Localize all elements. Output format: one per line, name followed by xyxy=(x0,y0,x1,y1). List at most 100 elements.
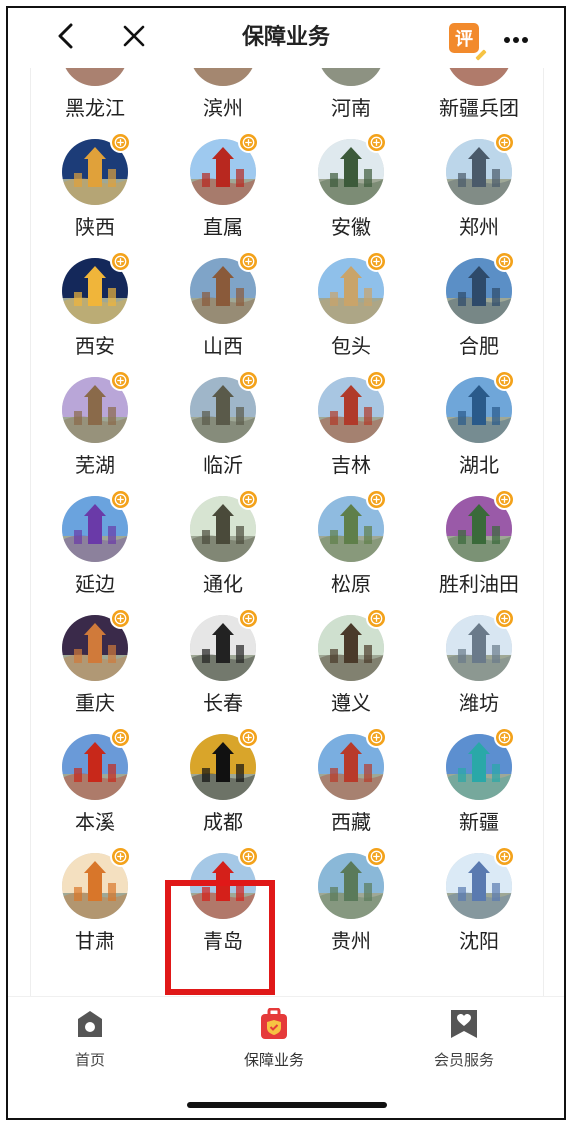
service-item-label: 安徽 xyxy=(331,215,371,239)
service-item-label: 通化 xyxy=(203,572,243,596)
emblem-badge-icon xyxy=(366,370,387,391)
service-item-label: 新疆 xyxy=(459,810,499,834)
service-item[interactable]: 山西 xyxy=(159,246,287,365)
service-item[interactable]: 本溪 xyxy=(31,722,159,841)
emblem-badge-icon xyxy=(366,608,387,629)
tab-bar: 首页 保障业务 会员服务 xyxy=(8,996,564,1087)
home-icon xyxy=(73,1007,107,1041)
service-item-label: 青岛 xyxy=(203,929,243,953)
tab-home[interactable]: 首页 xyxy=(30,1007,150,1077)
tab-member-label: 会员服务 xyxy=(433,1051,494,1069)
service-item[interactable]: 包头 xyxy=(287,246,415,365)
service-item[interactable]: 西藏 xyxy=(287,722,415,841)
service-item[interactable]: 西安 xyxy=(31,246,159,365)
emblem-badge-icon xyxy=(494,132,515,153)
service-item-label: 重庆 xyxy=(75,691,115,715)
pavilion-thumb xyxy=(190,68,256,86)
service-item-label: 山西 xyxy=(203,334,243,358)
service-item[interactable]: 松原 xyxy=(287,484,415,603)
emblem-badge-icon xyxy=(238,608,259,629)
service-item-label: 成都 xyxy=(203,810,243,834)
service-item[interactable]: 陕西 xyxy=(31,127,159,246)
service-item[interactable]: 直属 xyxy=(159,127,287,246)
service-item-label: 临沂 xyxy=(203,453,243,477)
service-item-label: 本溪 xyxy=(75,810,115,834)
service-item-label: 胜利油田 xyxy=(439,572,519,596)
service-item[interactable]: 郑州 xyxy=(415,127,543,246)
service-item[interactable]: 成都 xyxy=(159,722,287,841)
service-item[interactable]: 青岛 xyxy=(159,841,287,960)
service-item[interactable]: 河南 xyxy=(287,68,415,127)
close-icon xyxy=(122,24,146,52)
service-item-label: 贵州 xyxy=(331,929,371,953)
service-item[interactable]: 新疆兵团 xyxy=(415,68,543,127)
service-item-label: 黑龙江 xyxy=(65,96,125,120)
service-item-label: 延边 xyxy=(75,572,115,596)
emblem-badge-icon xyxy=(494,370,515,391)
emblem-badge-icon xyxy=(494,489,515,510)
service-grid-scroll[interactable]: 黑龙江 滨州 河南 新疆兵团陕西 直属 安徽 郑州西安 山西 包头 合肥芜湖 临沂 吉林 湖北延边 通化 松… xyxy=(30,68,544,996)
emblem-badge-icon xyxy=(238,370,259,391)
service-item[interactable]: 滨州 xyxy=(159,68,287,127)
emblem-badge-icon xyxy=(366,846,387,867)
close-button[interactable] xyxy=(114,8,154,68)
service-item[interactable]: 延边 xyxy=(31,484,159,603)
more-dots-icon xyxy=(503,29,529,48)
service-item[interactable]: 通化 xyxy=(159,484,287,603)
emblem-badge-icon xyxy=(366,251,387,272)
emblem-badge-icon xyxy=(110,489,131,510)
service-item[interactable]: 新疆 xyxy=(415,722,543,841)
service-item-label: 郑州 xyxy=(459,215,499,239)
service-item-label: 合肥 xyxy=(459,334,499,358)
rate-label: 评 xyxy=(455,29,473,50)
service-item-label: 吉林 xyxy=(331,453,371,477)
service-item-label: 潍坊 xyxy=(459,691,499,715)
service-item[interactable]: 潍坊 xyxy=(415,603,543,722)
service-item[interactable]: 芜湖 xyxy=(31,365,159,484)
emblem-badge-icon xyxy=(110,251,131,272)
service-item-label: 西藏 xyxy=(331,810,371,834)
service-item[interactable]: 安徽 xyxy=(287,127,415,246)
tab-services[interactable]: 保障业务 xyxy=(214,1007,334,1077)
service-item-label: 新疆兵团 xyxy=(439,96,519,120)
emblem-badge-icon xyxy=(110,132,131,153)
tab-home-label: 首页 xyxy=(74,1051,105,1069)
service-item-label: 湖北 xyxy=(459,453,499,477)
tab-member[interactable]: 会员服务 xyxy=(404,1007,524,1077)
service-item[interactable]: 黑龙江 xyxy=(31,68,159,127)
shield-bag-icon xyxy=(257,1007,291,1041)
home-indicator xyxy=(187,1102,387,1108)
service-item[interactable]: 重庆 xyxy=(31,603,159,722)
service-item-label: 甘肃 xyxy=(75,929,115,953)
service-item[interactable]: 湖北 xyxy=(415,365,543,484)
service-item[interactable]: 遵义 xyxy=(287,603,415,722)
emblem-badge-icon xyxy=(494,727,515,748)
emblem-badge-icon xyxy=(238,489,259,510)
emblem-badge-icon xyxy=(110,846,131,867)
service-item-label: 包头 xyxy=(331,334,371,358)
emblem-badge-icon xyxy=(238,846,259,867)
service-grid: 黑龙江 滨州 河南 新疆兵团陕西 直属 安徽 郑州西安 山西 包头 合肥芜湖 临沂 吉林 湖北延边 通化 松… xyxy=(31,68,543,960)
service-item[interactable]: 沈阳 xyxy=(415,841,543,960)
service-item-label: 滨州 xyxy=(203,96,243,120)
service-item-label: 沈阳 xyxy=(459,929,499,953)
member-heart-icon xyxy=(447,1007,481,1041)
back-button[interactable] xyxy=(46,8,86,68)
service-item[interactable]: 合肥 xyxy=(415,246,543,365)
emblem-badge-icon xyxy=(238,132,259,153)
service-item-label: 松原 xyxy=(331,572,371,596)
emblem-badge-icon xyxy=(366,132,387,153)
service-item[interactable]: 甘肃 xyxy=(31,841,159,960)
emblem-badge-icon xyxy=(366,489,387,510)
service-item[interactable]: 胜利油田 xyxy=(415,484,543,603)
service-item-label: 河南 xyxy=(331,96,371,120)
service-item[interactable]: 长春 xyxy=(159,603,287,722)
service-item[interactable]: 贵州 xyxy=(287,841,415,960)
emblem-badge-icon xyxy=(110,608,131,629)
service-item[interactable]: 临沂 xyxy=(159,365,287,484)
service-item[interactable]: 吉林 xyxy=(287,365,415,484)
more-button[interactable] xyxy=(496,8,536,68)
harbin-tower-thumb xyxy=(62,68,128,86)
rate-button[interactable]: 评 xyxy=(446,8,487,68)
emblem-badge-icon xyxy=(238,251,259,272)
